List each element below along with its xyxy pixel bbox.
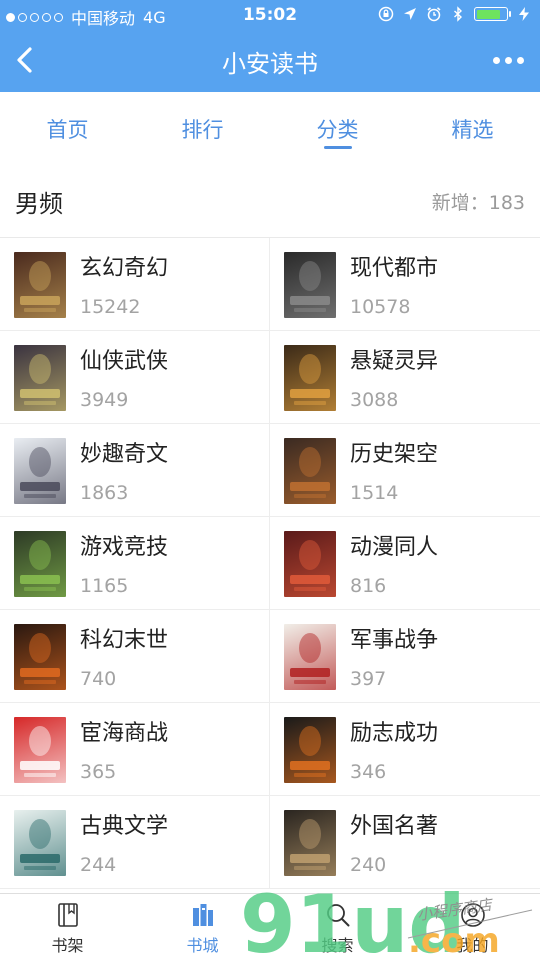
- category-count: 1514: [350, 482, 399, 504]
- category-name: 悬疑灵异: [350, 349, 439, 374]
- category-count: 244: [80, 854, 117, 876]
- tabbar-label: 我的: [456, 936, 489, 955]
- alarm-icon: [427, 7, 441, 22]
- category-count: 1863: [80, 482, 129, 504]
- status-bar: 中国移动 4G 15:02: [0, 0, 540, 30]
- tab-featured[interactable]: 精选: [405, 92, 540, 164]
- search-icon: [326, 904, 349, 927]
- book-cover-image: [14, 531, 66, 597]
- category-name: 外国名著: [350, 814, 439, 839]
- profile-icon: [460, 903, 485, 927]
- tabbar-profile[interactable]: 我的: [405, 894, 540, 960]
- category-item[interactable]: 科幻末世 740: [0, 610, 270, 703]
- tab-home[interactable]: 首页: [0, 92, 135, 164]
- category-grid: 玄幻奇幻 15242 现代都市 10578 仙侠武侠 3949 悬疑灵异 3088 妙趣奇文 18…: [0, 237, 540, 889]
- book-cover-image: [284, 252, 336, 318]
- book-cover-image: [14, 438, 66, 504]
- book-cover-image: [284, 624, 336, 690]
- charging-icon: [519, 7, 529, 21]
- category-name: 励志成功: [350, 721, 439, 746]
- category-item[interactable]: 外国名著 240: [270, 796, 540, 889]
- bookstore-icon: [192, 904, 213, 926]
- category-name: 科幻末世: [80, 628, 169, 653]
- section-title: 男频: [15, 190, 63, 218]
- top-tabs: 首页 排行 分类 精选: [0, 92, 540, 164]
- category-name: 动漫同人: [350, 535, 439, 560]
- category-item[interactable]: 动漫同人 816: [270, 517, 540, 610]
- category-item[interactable]: 游戏竞技 1165: [0, 517, 270, 610]
- category-count: 740: [80, 668, 117, 690]
- new-count-label: 新增：183: [431, 192, 525, 214]
- category-name: 妙趣奇文: [80, 442, 169, 467]
- category-item[interactable]: 妙趣奇文 1863: [0, 424, 270, 517]
- category-count: 15242: [80, 296, 141, 318]
- category-name: 现代都市: [350, 256, 439, 281]
- book-cover-image: [284, 345, 336, 411]
- category-item[interactable]: 励志成功 346: [270, 703, 540, 796]
- tabbar-search[interactable]: 搜索: [270, 894, 405, 960]
- category-count: 816: [350, 575, 387, 597]
- category-count: 1165: [80, 575, 129, 597]
- book-cover-image: [14, 810, 66, 876]
- battery-icon: [474, 7, 511, 21]
- category-item[interactable]: 悬疑灵异 3088: [270, 331, 540, 424]
- category-name: 游戏竞技: [80, 535, 169, 560]
- more-dots-icon[interactable]: [488, 44, 528, 76]
- book-cover-image: [14, 624, 66, 690]
- category-count: 397: [350, 668, 387, 690]
- category-count: 365: [80, 761, 117, 783]
- book-cover-image: [284, 531, 336, 597]
- category-name: 宦海商战: [80, 721, 169, 746]
- tabbar-label: 搜索: [321, 936, 354, 955]
- category-name: 仙侠武侠: [80, 349, 169, 374]
- rotation-lock-icon: [378, 6, 394, 22]
- location-icon: [404, 8, 416, 20]
- status-right: [378, 6, 532, 22]
- category-item[interactable]: 古典文学 244: [0, 796, 270, 889]
- category-name: 历史架空: [350, 442, 439, 467]
- bottom-tab-bar: 书架 书城 搜索 我的: [0, 893, 540, 960]
- category-name: 古典文学: [80, 814, 169, 839]
- bluetooth-icon: [454, 6, 463, 22]
- category-item[interactable]: 宦海商战 365: [0, 703, 270, 796]
- section-header: 男频 新增：183: [0, 172, 540, 228]
- category-item[interactable]: 军事战争 397: [270, 610, 540, 703]
- tabbar-bookstore[interactable]: 书城: [135, 894, 270, 960]
- page-title: 小安读书: [222, 50, 318, 78]
- category-item[interactable]: 现代都市 10578: [270, 238, 540, 331]
- category-count: 3949: [80, 389, 129, 411]
- book-cover-image: [14, 252, 66, 318]
- category-count: 10578: [350, 296, 411, 318]
- app-header: 中国移动 4G 15:02 小安读书: [0, 0, 540, 92]
- book-cover-image: [14, 717, 66, 783]
- book-cover-image: [284, 717, 336, 783]
- category-item[interactable]: 仙侠武侠 3949: [0, 331, 270, 424]
- tabbar-bookshelf[interactable]: 书架: [0, 894, 135, 960]
- category-name: 军事战争: [350, 628, 439, 653]
- book-cover-image: [284, 810, 336, 876]
- category-count: 346: [350, 761, 387, 783]
- category-item[interactable]: 历史架空 1514: [270, 424, 540, 517]
- book-cover-image: [14, 345, 66, 411]
- tabbar-label: 书城: [186, 936, 219, 955]
- tab-category[interactable]: 分类: [270, 92, 405, 164]
- nav-bar: 小安读书: [0, 30, 540, 92]
- bookshelf-icon: [57, 903, 78, 927]
- tab-ranking[interactable]: 排行: [135, 92, 270, 164]
- category-name: 玄幻奇幻: [80, 256, 169, 281]
- category-item[interactable]: 玄幻奇幻 15242: [0, 238, 270, 331]
- book-cover-image: [284, 438, 336, 504]
- tabbar-label: 书架: [51, 936, 84, 955]
- category-count: 240: [350, 854, 387, 876]
- category-count: 3088: [350, 389, 399, 411]
